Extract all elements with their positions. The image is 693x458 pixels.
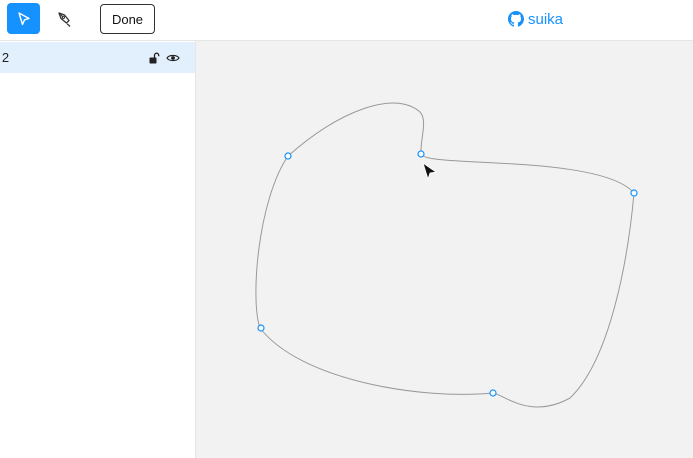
select-arrow-icon <box>17 11 30 25</box>
eye-icon[interactable] <box>166 51 180 65</box>
canvas-scene[interactable] <box>196 41 693 458</box>
pen-tool-button[interactable] <box>48 3 81 34</box>
anchor-point[interactable] <box>284 152 292 160</box>
layers-panel: n 2 <box>0 41 196 458</box>
layer-name: n 2 <box>0 50 10 65</box>
brand-link[interactable]: suika <box>508 9 563 29</box>
mouse-cursor-icon <box>422 162 437 180</box>
brand-label: suika <box>528 10 564 28</box>
github-icon <box>508 11 524 27</box>
done-button[interactable]: Done <box>100 4 155 34</box>
toolbar: Done suika <box>0 0 693 41</box>
anchor-point[interactable] <box>257 324 265 332</box>
anchor-point[interactable] <box>489 389 497 397</box>
layer-item[interactable]: n 2 <box>0 42 195 73</box>
select-tool-button[interactable] <box>7 3 40 34</box>
anchor-point[interactable] <box>630 189 638 197</box>
bezier-path[interactable] <box>255 102 635 408</box>
canvas[interactable] <box>196 41 693 458</box>
editor-app: Done suika n 2 <box>0 0 693 458</box>
unlock-icon[interactable] <box>147 51 161 65</box>
pen-tool-icon <box>57 11 70 27</box>
anchor-point[interactable] <box>417 150 425 158</box>
